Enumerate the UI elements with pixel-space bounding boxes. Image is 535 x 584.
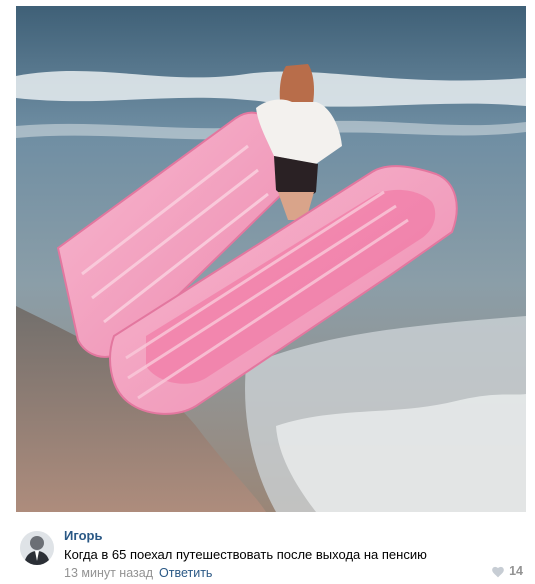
comment-time[interactable]: 13 минут назад xyxy=(64,566,153,580)
heart-icon xyxy=(492,566,504,577)
like-button[interactable]: 14 xyxy=(491,564,523,578)
comment-author[interactable]: Игорь xyxy=(64,528,102,543)
comment: Игорь Когда в 65 поехал путешествовать п… xyxy=(20,528,523,582)
beach-photo-illustration xyxy=(16,6,526,512)
user-avatar-icon xyxy=(20,531,54,565)
reply-button[interactable]: Ответить xyxy=(159,566,212,580)
post-photo[interactable] xyxy=(16,6,526,512)
like-count: 14 xyxy=(509,564,523,578)
comment-meta: 13 минут назад Ответить xyxy=(64,566,212,580)
comment-text: Когда в 65 поехал путешествовать после в… xyxy=(64,547,427,562)
avatar[interactable] xyxy=(20,531,54,565)
